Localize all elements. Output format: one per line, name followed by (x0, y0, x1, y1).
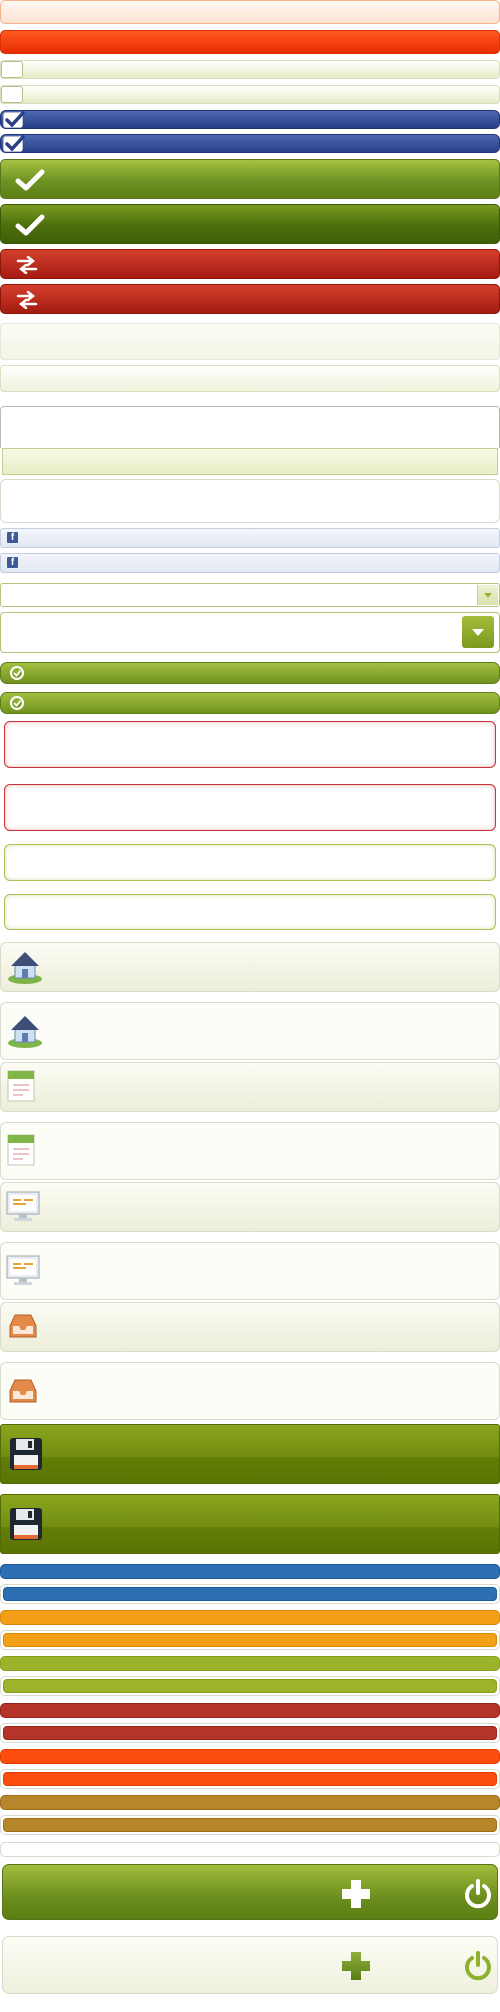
green-confirm-bar[interactable] (0, 159, 500, 199)
red-swap-bar[interactable] (0, 284, 500, 314)
brown-bar-fill (3, 1818, 497, 1832)
red-bar-fill (3, 1726, 497, 1740)
inbox-tray-icon (9, 1379, 37, 1403)
calendar-menu-item[interactable] (0, 1062, 500, 1112)
power-icon[interactable] (463, 1951, 493, 1981)
light-action-footer (2, 1936, 498, 1994)
orange-light-bar[interactable] (0, 0, 500, 24)
checkbox-row-unchecked[interactable] (0, 85, 500, 104)
checkbox-row-unchecked[interactable] (0, 60, 500, 79)
power-icon[interactable] (463, 1879, 493, 1909)
check-icon (15, 214, 45, 236)
floppy-disk-icon (10, 1438, 42, 1470)
green-check-pill[interactable] (0, 692, 500, 714)
red-orange-bar[interactable] (0, 1749, 500, 1764)
green-bar-fill (3, 1679, 497, 1693)
red-orange-bar-fill (3, 1772, 497, 1786)
orange-bar[interactable] (0, 1610, 500, 1625)
swap-arrows-icon (16, 256, 38, 274)
orange-bar-framed[interactable] (0, 1630, 500, 1650)
tab-panel-header (0, 406, 500, 448)
swap-arrows-icon (16, 291, 38, 309)
calendar-icon (7, 1070, 35, 1102)
house-menu-item[interactable] (0, 942, 500, 992)
checkbox-empty[interactable] (1, 61, 23, 78)
red-swap-bar[interactable] (0, 249, 500, 279)
house-icon (8, 952, 42, 984)
check-icon[interactable] (3, 135, 25, 152)
green-bar[interactable] (0, 1656, 500, 1671)
blue-bar-framed[interactable] (0, 1584, 500, 1604)
red-orange-bar-framed[interactable] (0, 1769, 500, 1789)
facebook-icon: f (7, 557, 18, 568)
brown-bar-framed[interactable] (0, 1815, 500, 1835)
house-menu-item[interactable] (0, 1002, 500, 1060)
chevron-down-icon[interactable] (477, 585, 498, 605)
error-input-field[interactable] (4, 721, 496, 768)
white-bar[interactable] (0, 1842, 500, 1857)
error-input-field[interactable] (4, 784, 496, 831)
tab-panel-strip[interactable] (2, 448, 498, 475)
dropdown-select[interactable] (0, 583, 500, 607)
red-bar-framed[interactable] (0, 1723, 500, 1743)
valid-input-field[interactable] (4, 844, 496, 881)
light-panel (0, 323, 500, 360)
orange-bar-fill (3, 1633, 497, 1647)
calendar-icon (7, 1134, 35, 1166)
inbox-tray-icon (9, 1314, 37, 1338)
save-bar[interactable] (0, 1494, 500, 1554)
checkbox-row-checked[interactable] (0, 110, 500, 129)
blue-bar[interactable] (0, 1564, 500, 1579)
green-check-pill[interactable] (0, 662, 500, 684)
floppy-disk-icon (10, 1508, 42, 1540)
content-panel (0, 479, 500, 523)
green-action-footer (2, 1864, 498, 1920)
red-bar[interactable] (0, 1703, 500, 1718)
brown-bar[interactable] (0, 1795, 500, 1810)
check-circle-icon (10, 666, 24, 680)
facebook-login-bar[interactable]: f (0, 528, 500, 548)
monitor-menu-item[interactable] (0, 1182, 500, 1232)
checkbox-empty[interactable] (1, 86, 23, 103)
plus-icon[interactable] (340, 1950, 372, 1982)
facebook-login-bar[interactable]: f (0, 553, 500, 573)
valid-input-field[interactable] (4, 894, 496, 930)
check-icon[interactable] (3, 111, 25, 128)
blue-bar-fill (3, 1587, 497, 1601)
inbox-menu-item[interactable] (0, 1302, 500, 1352)
dropdown-select-large[interactable] (0, 612, 500, 653)
check-circle-icon (10, 696, 24, 710)
chevron-down-icon[interactable] (462, 616, 494, 648)
red-action-bar[interactable] (0, 30, 500, 54)
house-icon (8, 1016, 42, 1048)
green-confirm-bar-pressed[interactable] (0, 204, 500, 244)
light-panel (0, 365, 500, 392)
facebook-icon: f (7, 532, 18, 543)
monitor-icon (6, 1191, 40, 1221)
monitor-menu-item[interactable] (0, 1242, 500, 1300)
check-icon (15, 169, 45, 191)
monitor-icon (6, 1255, 40, 1285)
save-bar[interactable] (0, 1424, 500, 1484)
inbox-menu-item[interactable] (0, 1362, 500, 1420)
plus-icon[interactable] (340, 1878, 372, 1910)
green-bar-framed[interactable] (0, 1676, 500, 1696)
checkbox-row-checked[interactable] (0, 134, 500, 153)
calendar-menu-item[interactable] (0, 1122, 500, 1180)
